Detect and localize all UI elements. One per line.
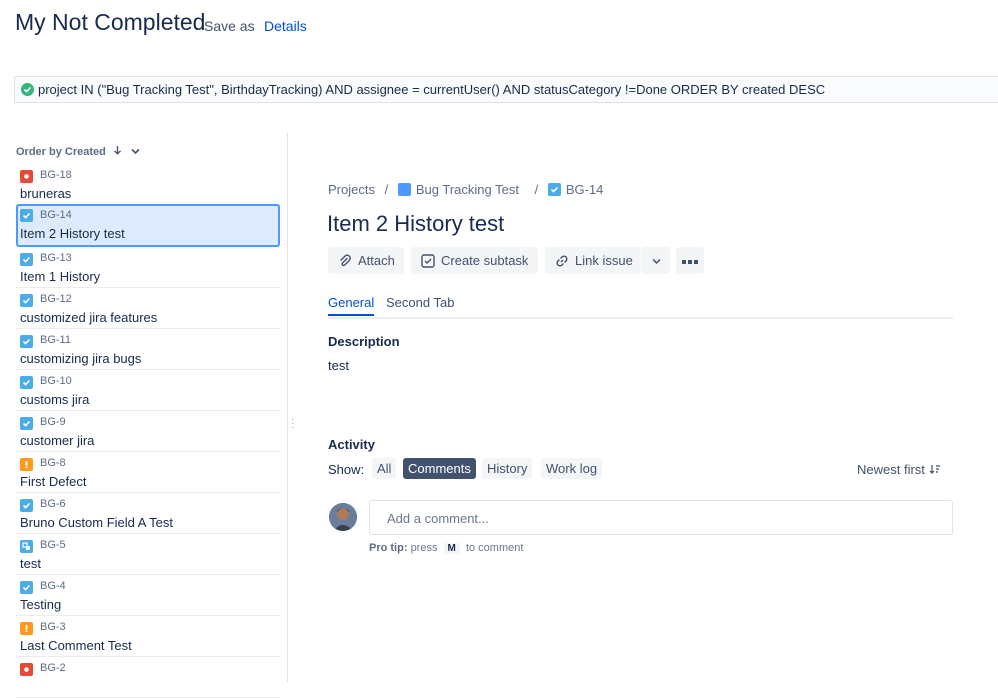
issue-key: BG-5 [40, 539, 66, 551]
issue-key: BG-12 [40, 293, 72, 305]
issue-key: BG-6 [40, 498, 66, 510]
description-heading: Description [328, 334, 400, 349]
bug-icon [20, 170, 33, 183]
subtask-icon [421, 250, 435, 277]
issue-list-item[interactable]: BG-14 Item 2 History test [16, 204, 280, 247]
avatar [329, 503, 357, 531]
issue-list-item[interactable]: BG-5 test [16, 534, 280, 575]
tab-second[interactable]: Second Tab [386, 295, 454, 314]
issue-key: BG-3 [40, 621, 66, 633]
issue-key: BG-18 [40, 169, 72, 181]
story-checkbox-icon [20, 209, 33, 222]
arrow-down-icon[interactable] [113, 145, 122, 158]
story-checkbox-icon [20, 376, 33, 389]
more-apps-icon [682, 253, 698, 268]
issue-summary: customizing jira bugs [20, 351, 142, 366]
story-checkbox-icon [20, 581, 33, 594]
story-checkbox-icon [20, 335, 33, 348]
breadcrumb: Projects / Bug Tracking Test / BG-14 [328, 182, 615, 197]
bug-icon [20, 663, 33, 676]
check-circle-icon [21, 83, 34, 96]
filter-comments[interactable]: Comments [403, 458, 476, 479]
issue-summary: customer jira [20, 433, 95, 448]
issue-list-item[interactable]: BG-11 customizing jira bugs [16, 329, 280, 370]
link-issue-button[interactable]: Link issue [545, 247, 641, 274]
save-as-button[interactable]: Save as [204, 18, 255, 34]
issue-list-item[interactable]: BG-3 Last Comment Test [16, 616, 280, 657]
subtask-icon [20, 540, 33, 553]
filter-all[interactable]: All [372, 458, 397, 479]
issue-list-item[interactable]: BG-4 Testing [16, 575, 280, 616]
issue-list-item[interactable]: BG-2 [16, 657, 280, 698]
apps-button[interactable] [676, 247, 704, 274]
story-checkbox-icon [20, 499, 33, 512]
description-value[interactable]: test [328, 358, 349, 373]
issue-tabs: General Second Tab [328, 295, 953, 319]
issue-summary: Item 2 History test [20, 226, 125, 241]
story-checkbox-icon [20, 294, 33, 307]
issue-key: BG-14 [40, 209, 72, 221]
issue-summary: customs jira [20, 392, 90, 407]
issue-summary: Item 1 History [20, 269, 101, 284]
order-by-label: Order by Created [16, 146, 106, 158]
issue-key: BG-11 [40, 334, 71, 346]
activity-heading: Activity [328, 437, 375, 452]
issue-list-item[interactable]: BG-13 Item 1 History [16, 247, 280, 288]
issue-list-item[interactable]: BG-8 First Defect [16, 452, 280, 493]
issue-list-item[interactable]: BG-18 bruneras [16, 164, 280, 205]
details-link[interactable]: Details [264, 18, 307, 34]
issue-key: BG-13 [40, 252, 72, 264]
order-by-control[interactable]: Order by Created [16, 145, 140, 158]
tab-general[interactable]: General [328, 295, 375, 316]
issue-summary: First Defect [20, 474, 87, 489]
link-icon [555, 250, 569, 277]
sort-icon [929, 462, 941, 477]
issue-key: BG-2 [40, 662, 66, 674]
story-checkbox-icon [547, 183, 561, 196]
issue-summary: Bruno Custom Field A Test [20, 515, 173, 530]
link-issue-dropdown[interactable] [642, 247, 670, 274]
issue-list: BG-18 bruneras BG-14 Item 2 History test BG-… [16, 164, 280, 698]
issue-list-item[interactable]: BG-10 customs jira [16, 370, 280, 411]
story-checkbox-icon [20, 253, 33, 266]
filter-work-log[interactable]: Work log [541, 458, 603, 479]
issue-summary: customized jira features [20, 310, 158, 325]
project-avatar-icon [397, 183, 411, 196]
issue-list-item[interactable]: BG-9 customer jira [16, 411, 280, 452]
filter-history[interactable]: History [482, 458, 533, 479]
story-checkbox-icon [20, 417, 33, 430]
issue-summary: bruneras [20, 186, 72, 201]
jql-search-bar[interactable]: project IN ("Bug Tracking Test", Birthda… [14, 76, 998, 103]
chevron-down-icon[interactable] [131, 146, 140, 158]
issue-summary: Last Comment Test [20, 638, 132, 653]
issue-key: BG-8 [40, 457, 66, 469]
issue-list-item[interactable]: BG-6 Bruno Custom Field A Test [16, 493, 280, 534]
pro-tip: Pro tip: press M to comment [369, 542, 524, 554]
show-label: Show: [328, 462, 365, 477]
jql-query-text[interactable]: project IN ("Bug Tracking Test", Birthda… [38, 82, 825, 97]
issue-key: BG-9 [40, 416, 66, 428]
issue-key: BG-10 [40, 375, 72, 387]
breadcrumb-issue-key[interactable]: BG-14 [547, 182, 610, 197]
paperclip-icon [338, 250, 352, 277]
chevron-down-icon [651, 253, 661, 268]
issue-summary: test [20, 556, 41, 571]
breadcrumb-project[interactable]: Bug Tracking Test [397, 182, 525, 197]
keyboard-shortcut-key: M [443, 543, 460, 554]
comment-placeholder: Add a comment... [387, 511, 489, 526]
page-title: My Not Completed [15, 9, 206, 35]
sort-newest-first-button[interactable]: Newest first [857, 462, 941, 477]
issue-key: BG-4 [40, 580, 66, 592]
pane-divider[interactable] [287, 133, 288, 682]
issue-list-item[interactable]: BG-12 customized jira features [16, 288, 280, 329]
breadcrumb-projects[interactable]: Projects [328, 182, 375, 197]
issue-title[interactable]: Item 2 History test [327, 211, 504, 237]
resize-handle-icon[interactable]: · · · [291, 415, 294, 433]
create-subtask-button[interactable]: Create subtask [411, 247, 538, 274]
issue-summary: Testing [20, 597, 62, 612]
defect-exclamation-icon [20, 622, 33, 635]
comment-input[interactable]: Add a comment... [369, 500, 953, 535]
defect-exclamation-icon [20, 458, 33, 471]
attach-button[interactable]: Attach [328, 247, 404, 274]
